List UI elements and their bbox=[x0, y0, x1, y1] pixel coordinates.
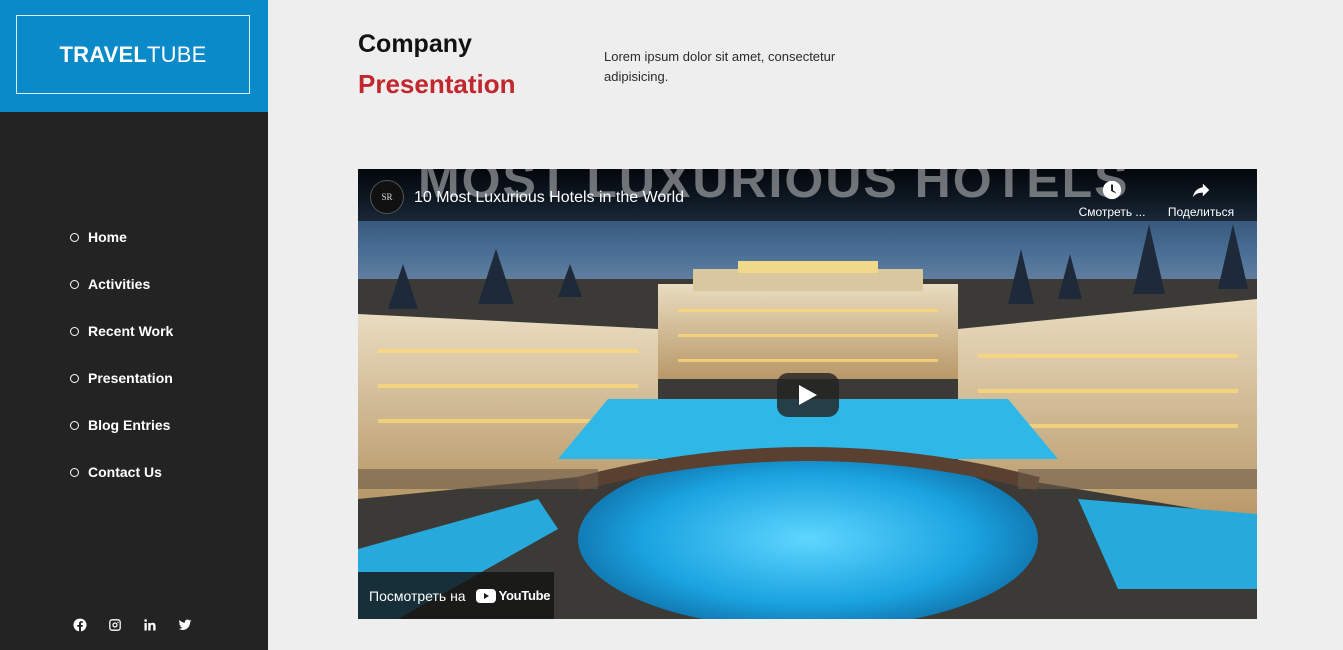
bullet-icon bbox=[70, 421, 79, 430]
bullet-icon bbox=[70, 280, 79, 289]
logo-bold-text: TRAVEL bbox=[59, 41, 148, 67]
instagram-icon[interactable] bbox=[107, 617, 123, 633]
channel-avatar[interactable]: SR bbox=[370, 180, 404, 214]
logo-area: TRAVEL TUBE bbox=[0, 0, 268, 112]
bullet-icon bbox=[70, 374, 79, 383]
watch-later-button[interactable]: Смотреть ... bbox=[1072, 179, 1152, 219]
play-button[interactable] bbox=[777, 373, 839, 417]
sidebar: TRAVEL TUBE Home Activities Recent Work P… bbox=[0, 0, 268, 650]
share-icon bbox=[1192, 183, 1210, 198]
site-logo[interactable]: TRAVEL TUBE bbox=[16, 15, 250, 94]
section-title-line2: Presentation bbox=[358, 69, 516, 99]
nav-item-blog-entries[interactable]: Blog Entries bbox=[70, 416, 173, 463]
main-nav: Home Activities Recent Work Presentation… bbox=[70, 228, 173, 510]
nav-item-recent-work[interactable]: Recent Work bbox=[70, 322, 173, 369]
youtube-logo: YouTube bbox=[475, 588, 551, 603]
youtube-wordmark: YouTube bbox=[498, 588, 551, 603]
share-label: Поделиться bbox=[1167, 205, 1235, 219]
video-player[interactable]: MOST LUXURIOUS HOTELS SR 10 Most Luxurio… bbox=[358, 169, 1257, 619]
watch-later-label: Смотреть ... bbox=[1078, 205, 1146, 219]
nav-item-label: Home bbox=[88, 229, 127, 245]
linkedin-icon[interactable] bbox=[142, 617, 158, 633]
social-links bbox=[72, 617, 193, 633]
nav-item-contact-us[interactable]: Contact Us bbox=[70, 463, 173, 510]
play-icon bbox=[799, 385, 817, 405]
twitter-icon[interactable] bbox=[177, 617, 193, 633]
video-title[interactable]: 10 Most Luxurious Hotels in the World bbox=[414, 189, 684, 207]
nav-item-presentation[interactable]: Presentation bbox=[70, 369, 173, 416]
nav-item-activities[interactable]: Activities bbox=[70, 275, 173, 322]
clock-icon bbox=[1102, 180, 1122, 200]
nav-item-label: Recent Work bbox=[88, 323, 174, 339]
watch-on-label: Посмотреть на bbox=[369, 587, 466, 604]
nav-item-label: Activities bbox=[88, 276, 151, 292]
nav-item-label: Blog Entries bbox=[88, 417, 171, 433]
facebook-icon[interactable] bbox=[72, 617, 88, 633]
nav-item-label: Contact Us bbox=[88, 464, 162, 480]
logo-light-text: TUBE bbox=[147, 41, 207, 67]
nav-item-label: Presentation bbox=[88, 370, 173, 386]
youtube-icon bbox=[475, 588, 496, 603]
section-description: Lorem ipsum dolor sit amet, consectetur … bbox=[604, 49, 836, 84]
bullet-icon bbox=[70, 327, 79, 336]
nav-item-home[interactable]: Home bbox=[70, 228, 173, 275]
bullet-icon bbox=[70, 233, 79, 242]
bullet-icon bbox=[70, 468, 79, 477]
watch-on-youtube-button[interactable]: Посмотреть на YouTube bbox=[358, 572, 554, 619]
share-button[interactable]: Поделиться bbox=[1161, 179, 1241, 219]
section-title-line1: Company bbox=[358, 30, 472, 58]
